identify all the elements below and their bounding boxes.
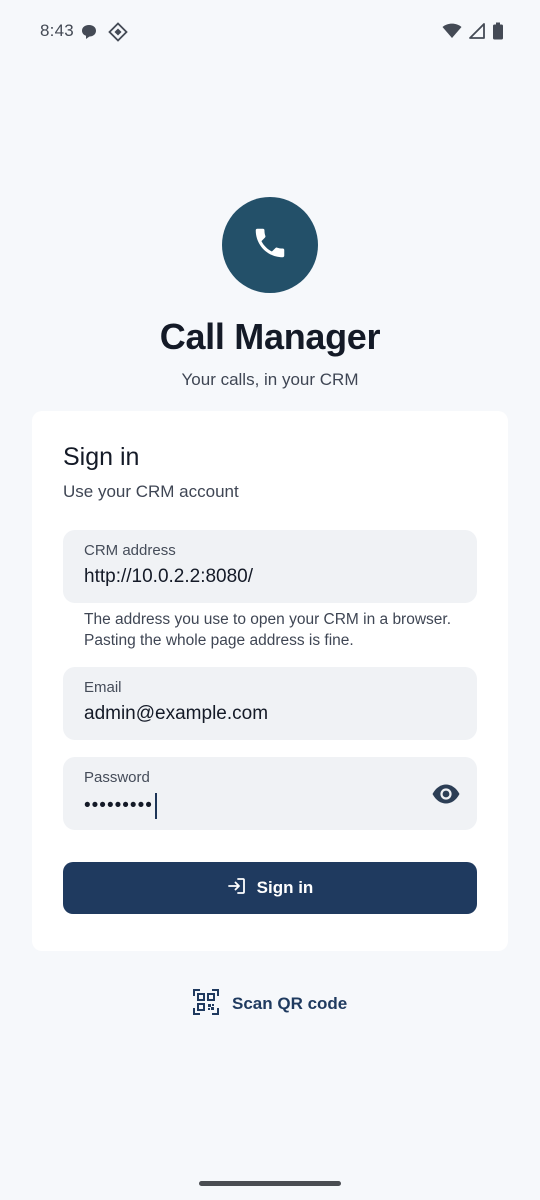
scan-qr-button[interactable]: Scan QR code [192, 988, 348, 1021]
cell-signal-icon [468, 22, 486, 45]
crm-address-field[interactable]: CRM address http://10.0.2.2:8080/ [63, 530, 477, 603]
password-masked-text: ••••••••• [84, 795, 153, 816]
wifi-icon [442, 22, 462, 45]
chat-bubble-icon [80, 23, 98, 46]
crm-address-helper: The address you use to open your CRM in … [84, 611, 452, 649]
sign-in-button[interactable]: Sign in [63, 862, 477, 914]
crm-address-value[interactable]: http://10.0.2.2:8080/ [84, 566, 253, 588]
password-value[interactable]: ••••••••• [84, 793, 157, 819]
battery-icon [492, 22, 504, 45]
app-logo [222, 197, 318, 293]
status-bar: 8:43 [0, 0, 540, 64]
eye-icon[interactable] [429, 779, 463, 809]
text-cursor [154, 793, 157, 819]
scan-qr-label: Scan QR code [232, 994, 348, 1013]
email-label: Email [84, 679, 122, 696]
email-field[interactable]: Email admin@example.com [63, 667, 477, 740]
login-icon [227, 876, 247, 901]
email-value[interactable]: admin@example.com [84, 703, 268, 725]
app-subtitle: Your calls, in your CRM [181, 370, 359, 389]
sign-in-subtitle: Use your CRM account [63, 482, 239, 501]
sign-in-title: Sign in [63, 443, 140, 471]
password-field[interactable]: Password ••••••••• [63, 757, 477, 830]
phone-icon [251, 224, 289, 267]
app-diamond-icon [108, 22, 128, 47]
crm-address-label: CRM address [84, 542, 176, 559]
status-right-icons [442, 22, 504, 45]
status-time: 8:43 [40, 21, 74, 40]
app-title: Call Manager [159, 316, 381, 357]
sign-in-button-label: Sign in [256, 878, 314, 897]
gesture-nav-handle[interactable] [199, 1181, 341, 1186]
password-label: Password [84, 769, 150, 786]
sign-in-card: Sign in Use your CRM account CRM address… [32, 411, 508, 951]
qr-code-icon [192, 988, 220, 1021]
status-left-icons [80, 22, 128, 47]
